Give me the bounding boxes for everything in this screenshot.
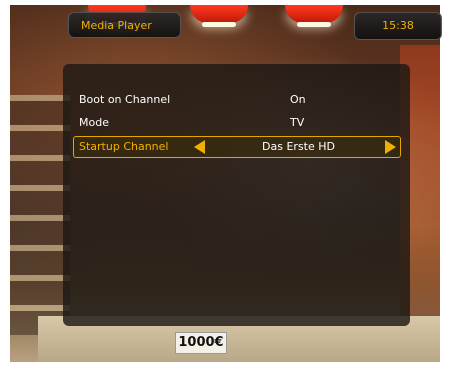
background-set-stripes (10, 95, 70, 335)
menu-item-value: On (290, 93, 306, 106)
clock: 15:38 (354, 12, 442, 40)
menu-item-label: Startup Channel (79, 140, 169, 153)
menu-item-startup-channel[interactable]: Startup Channel Das Erste HD (73, 136, 401, 158)
menu-item-label: Boot on Channel (79, 93, 171, 106)
pendant-lamp (190, 5, 248, 27)
menu-item-value: Das Erste HD (262, 140, 335, 153)
menu-item-mode[interactable]: Mode TV (63, 113, 410, 133)
pendant-lamp (285, 5, 343, 27)
settings-menu: Boot on Channel On Mode TV Startup Chann… (63, 64, 410, 326)
price-sign: 1000€ (175, 332, 227, 354)
menu-item-value: TV (290, 116, 305, 129)
page-title: Media Player (68, 12, 181, 38)
menu-item-label: Mode (79, 116, 109, 129)
arrow-right-icon[interactable] (385, 140, 396, 154)
menu-item-boot-on-channel[interactable]: Boot on Channel On (63, 90, 410, 110)
arrow-left-icon[interactable] (194, 140, 205, 154)
